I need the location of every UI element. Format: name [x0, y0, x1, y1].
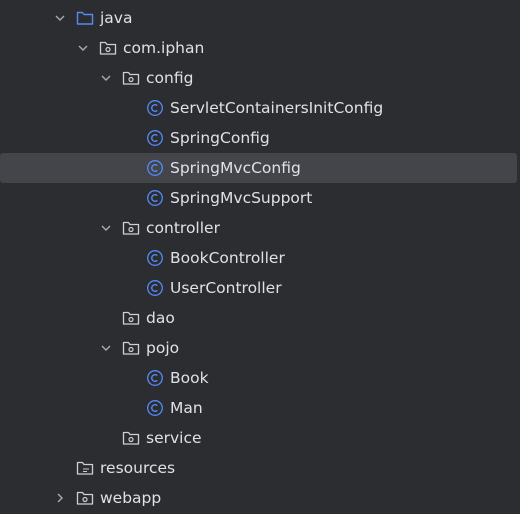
- class-icon: [147, 160, 163, 176]
- tree-item-label: Man: [170, 399, 203, 417]
- class-icon: [147, 100, 163, 116]
- class-icon: [147, 400, 163, 416]
- class-icon: [147, 280, 163, 296]
- tree-item-label: pojo: [146, 339, 180, 357]
- tree-item-man[interactable]: Man: [0, 393, 520, 423]
- tree-item-spring-mvc-config[interactable]: SpringMvcConfig: [0, 153, 520, 183]
- tree-item-spring-config[interactable]: SpringConfig: [0, 123, 520, 153]
- tree-item-label: com.iphan: [123, 39, 205, 57]
- package-icon: [122, 71, 140, 85]
- project-tree: java com.iphan config ServletContainersI…: [0, 3, 520, 513]
- package-icon: [122, 221, 140, 235]
- tree-item-service[interactable]: service: [0, 423, 520, 453]
- chevron-down-icon[interactable]: [100, 342, 112, 354]
- package-icon: [122, 431, 140, 445]
- chevron-down-icon[interactable]: [100, 222, 112, 234]
- class-icon: [147, 250, 163, 266]
- web-folder-icon: [76, 491, 94, 505]
- tree-item-com-iphan[interactable]: com.iphan: [0, 33, 520, 63]
- tree-item-label: Book: [170, 369, 209, 387]
- source-folder-icon: [76, 11, 94, 25]
- class-icon: [147, 130, 163, 146]
- tree-item-book-controller[interactable]: BookController: [0, 243, 520, 273]
- tree-item-label: controller: [146, 219, 220, 237]
- tree-item-config[interactable]: config: [0, 63, 520, 93]
- tree-item-label: java: [100, 9, 133, 27]
- package-icon: [122, 311, 140, 325]
- tree-item-label: webapp: [100, 489, 162, 507]
- tree-item-label: service: [146, 429, 202, 447]
- chevron-down-icon[interactable]: [100, 72, 112, 84]
- tree-item-spring-mvc-support[interactable]: SpringMvcSupport: [0, 183, 520, 213]
- class-icon: [147, 190, 163, 206]
- tree-item-label: ServletContainersInitConfig: [170, 99, 384, 117]
- chevron-down-icon[interactable]: [54, 12, 66, 24]
- package-icon: [99, 41, 117, 55]
- chevron-right-icon[interactable]: [54, 492, 66, 504]
- tree-item-label: SpringConfig: [170, 129, 270, 147]
- tree-item-pojo[interactable]: pojo: [0, 333, 520, 363]
- class-icon: [147, 370, 163, 386]
- tree-item-servlet-containers-init-config[interactable]: ServletContainersInitConfig: [0, 93, 520, 123]
- tree-item-label: SpringMvcConfig: [170, 159, 301, 177]
- tree-item-book[interactable]: Book: [0, 363, 520, 393]
- tree-item-label: config: [146, 69, 194, 87]
- tree-item-label: resources: [100, 459, 176, 477]
- tree-item-label: UserController: [170, 279, 282, 297]
- tree-item-label: BookController: [170, 249, 285, 267]
- tree-item-controller[interactable]: controller: [0, 213, 520, 243]
- tree-item-label: dao: [146, 309, 175, 327]
- tree-item-user-controller[interactable]: UserController: [0, 273, 520, 303]
- tree-item-java[interactable]: java: [0, 3, 520, 33]
- package-icon: [122, 341, 140, 355]
- resources-folder-icon: [76, 461, 94, 475]
- tree-item-resources[interactable]: resources: [0, 453, 520, 483]
- tree-item-webapp[interactable]: webapp: [0, 483, 520, 513]
- tree-item-dao[interactable]: dao: [0, 303, 520, 333]
- tree-item-label: SpringMvcSupport: [170, 189, 313, 207]
- chevron-down-icon[interactable]: [77, 42, 89, 54]
